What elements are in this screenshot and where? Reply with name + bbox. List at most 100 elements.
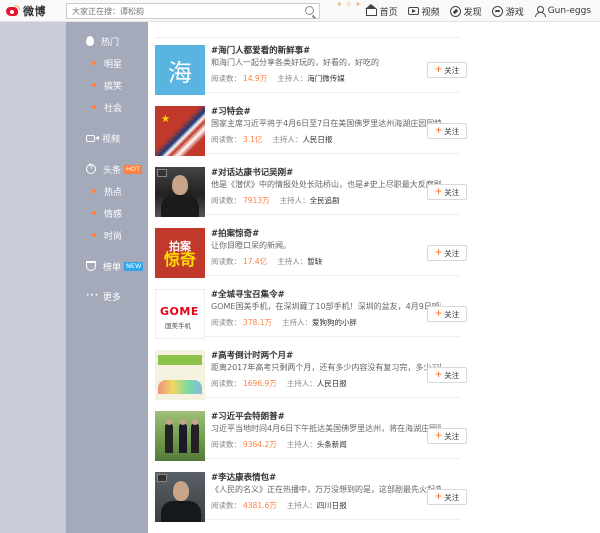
topic-thumbnail[interactable] [155, 411, 205, 461]
search-icon[interactable] [305, 6, 314, 15]
topic-title[interactable]: #高考倒计时两个月# [211, 349, 293, 361]
topic-stats: 阅读数： 1696.9万 主持人：人民日报 [211, 379, 347, 388]
read-count: 378.1万 [243, 318, 272, 327]
topic-item[interactable]: #习近平会特朗普# 习近平当地时间4月6日下午抵达美国佛罗里达州，将在海湖庄园同… [155, 397, 467, 461]
topic-title[interactable]: #李达康表情包# [211, 471, 276, 483]
bullet-icon [92, 211, 96, 215]
sidebar-item-video[interactable]: 视频 [66, 128, 148, 148]
top-nav: 首页 视频 发现 游戏 Gun-eggs [361, 0, 596, 22]
sidebar-item-stars[interactable]: 明星 [66, 53, 148, 73]
topic-description: 习近平当地时间4月6日下午抵达美国佛罗里达州，将在海湖庄园同美国总统 [211, 424, 441, 433]
topic-stats: 阅读数： 3.1亿 主持人：人民日报 [211, 135, 333, 144]
topic-item[interactable]: #对话达康书记吴刚# 他是《潜伏》中的情报处处长陆桥山，也是#史上尽职最大反腐剧… [155, 153, 467, 217]
topic-description: GOME国美手机，在深圳藏了10部手机！深圳的盆友，4月9日呼朋唤友来寻宝 [211, 302, 441, 311]
topic-description: 让你目瞪口呆的新闻。 [211, 241, 291, 250]
nav-game[interactable]: 游戏 [487, 0, 529, 22]
sidebar-item-funny[interactable]: 搞笑 [66, 75, 148, 95]
more-icon: ··· [86, 291, 100, 301]
trophy-icon [86, 261, 96, 271]
host-name: 人民日报 [316, 379, 347, 388]
read-count: 14.9万 [243, 74, 268, 83]
host-name: 四川日报 [316, 501, 347, 510]
read-count: 9364.2万 [243, 440, 277, 449]
topic-title[interactable]: #对话达康书记吴刚# [211, 166, 293, 178]
topic-description: 国家主席习近平将于4月6日至7日在美国佛罗里达州海湖庄园同特朗普总统 [211, 119, 441, 128]
topic-item[interactable]: 海 #海门人都爱看的新鲜事# 和海门人一起分享各类好玩的，好看的，好吃的 阅读数… [155, 31, 467, 95]
topic-stats: 阅读数： 4381.6万 主持人：四川日报 [211, 501, 347, 510]
follow-button[interactable]: + 关注 [427, 306, 467, 322]
topic-thumbnail[interactable]: 拍案 惊奇 [155, 228, 205, 278]
nav-user[interactable]: Gun-eggs [529, 0, 596, 22]
read-count: 1696.9万 [243, 379, 277, 388]
plus-icon: + [434, 187, 443, 197]
search-input[interactable] [67, 4, 297, 18]
follow-button[interactable]: + 关注 [427, 184, 467, 200]
host-name: 人民日报 [302, 135, 333, 144]
nav-home[interactable]: 首页 [361, 0, 403, 22]
topic-stats: 阅读数： 14.9万 主持人：海门微传媒 [211, 74, 345, 83]
star-icon: ★ [161, 114, 170, 125]
follow-button[interactable]: + 关注 [427, 245, 467, 261]
follow-button[interactable]: + 关注 [427, 367, 467, 383]
sidebar-item-society[interactable]: 社会 [66, 97, 148, 117]
host-name: 全民追剧 [309, 196, 340, 205]
user-icon [534, 5, 546, 17]
topic-title[interactable]: #拍案惊奇# [211, 227, 259, 239]
sidebar-item-hot[interactable]: 热门 [66, 31, 148, 51]
sidebar-item-hotspot[interactable]: 热点 [66, 181, 148, 201]
topic-description: 《人民的名义》正在热播中，万万没想到的是，这部剧最先火起来的不是 [211, 485, 441, 494]
topic-description: 他是《潜伏》中的情报处处长陆桥山，也是#史上尽职最大反腐剧#《人民 [211, 180, 441, 189]
topic-item[interactable]: ★ #习特会# 国家主席习近平将于4月6日至7日在美国佛罗里达州海湖庄园同特朗普… [155, 92, 467, 156]
topic-thumbnail[interactable] [155, 472, 205, 522]
topic-stats: 阅读数： 9364.2万 主持人：头条新闻 [211, 440, 347, 449]
topic-list: 海 #海门人都爱看的新鲜事# 和海门人一起分享各类好玩的，好看的，好吃的 阅读数… [148, 22, 471, 533]
top-bar: 微博 ✦ ✧ ✦ 首页 视频 发现 游戏 Gun-eggs [0, 0, 600, 22]
topic-title[interactable]: #习近平会特朗普# [211, 410, 285, 422]
sidebar-item-rankings[interactable]: 榜单 NEW [66, 256, 148, 276]
weibo-logo[interactable]: 微博 [6, 3, 46, 19]
sidebar-item-more[interactable]: ··· 更多 [66, 286, 148, 306]
read-count: 7913万 [243, 196, 270, 205]
weibo-eye-icon [6, 5, 20, 17]
topic-item[interactable]: 拍案 惊奇 #拍案惊奇# 让你目瞪口呆的新闻。 阅读数： 17.4亿 主持人：暂缺 +… [155, 214, 467, 278]
plus-icon: + [434, 248, 443, 258]
plus-icon: + [434, 492, 443, 502]
topic-stats: 阅读数： 17.4亿 主持人：暂缺 [211, 257, 323, 266]
topic-title[interactable]: #全城寻宝召集令# [211, 288, 285, 300]
sidebar-item-headlines[interactable]: 头条HOT [66, 159, 148, 179]
bullet-icon [92, 83, 96, 87]
host-name: 爱狗狗的小胖 [311, 318, 357, 327]
topic-item[interactable]: #高考倒计时两个月# 距离2017年高考只剩两个月，还有多少内容没有复习完，多少… [155, 336, 467, 400]
plus-icon: + [434, 370, 443, 380]
topic-thumbnail[interactable] [155, 350, 205, 400]
search-box[interactable] [66, 3, 320, 19]
sidebar: 热门 明星 搞笑 社会 视频 头条HOT 热点 情感 时尚 榜单NEW ···更… [66, 22, 148, 533]
topic-title[interactable]: #海门人都爱看的新鲜事# [211, 44, 310, 56]
new-badge: NEW [124, 261, 144, 271]
plus-icon: + [434, 65, 443, 75]
topic-item[interactable]: #李达康表情包# 《人民的名义》正在热播中，万万没想到的是，这部剧最先火起来的不… [155, 458, 467, 522]
read-count: 3.1亿 [243, 135, 263, 144]
topic-thumbnail[interactable]: 海 [155, 45, 205, 95]
topic-thumbnail[interactable]: GOME 国美手机 [155, 289, 205, 339]
video-icon [407, 7, 419, 15]
topic-thumbnail[interactable]: ★ [155, 106, 205, 156]
host-name: 海门微传媒 [307, 74, 345, 83]
follow-button[interactable]: + 关注 [427, 62, 467, 78]
topic-thumbnail[interactable] [155, 167, 205, 217]
follow-button[interactable]: + 关注 [427, 489, 467, 505]
camera-icon [86, 134, 99, 142]
topic-item[interactable]: GOME 国美手机 #全城寻宝召集令# GOME国美手机，在深圳藏了10部手机！深… [155, 275, 467, 339]
sidebar-item-emotion[interactable]: 情感 [66, 203, 148, 223]
follow-button[interactable]: + 关注 [427, 123, 467, 139]
topic-stats: 阅读数： 378.1万 主持人：爱狗狗的小胖 [211, 318, 357, 327]
topic-description: 距离2017年高考只剩两个月，还有多少内容没有复习完，多少习题错了还没 [211, 363, 441, 372]
topic-title[interactable]: #习特会# [211, 105, 251, 117]
sidebar-item-fashion[interactable]: 时尚 [66, 225, 148, 245]
follow-button[interactable]: + 关注 [427, 428, 467, 444]
nav-discover[interactable]: 发现 [445, 0, 487, 22]
bolt-icon [86, 162, 96, 174]
decoration-icon: ✦ ✧ ✦ [336, 0, 362, 9]
nav-video[interactable]: 视频 [403, 0, 445, 22]
bullet-icon [92, 105, 96, 109]
